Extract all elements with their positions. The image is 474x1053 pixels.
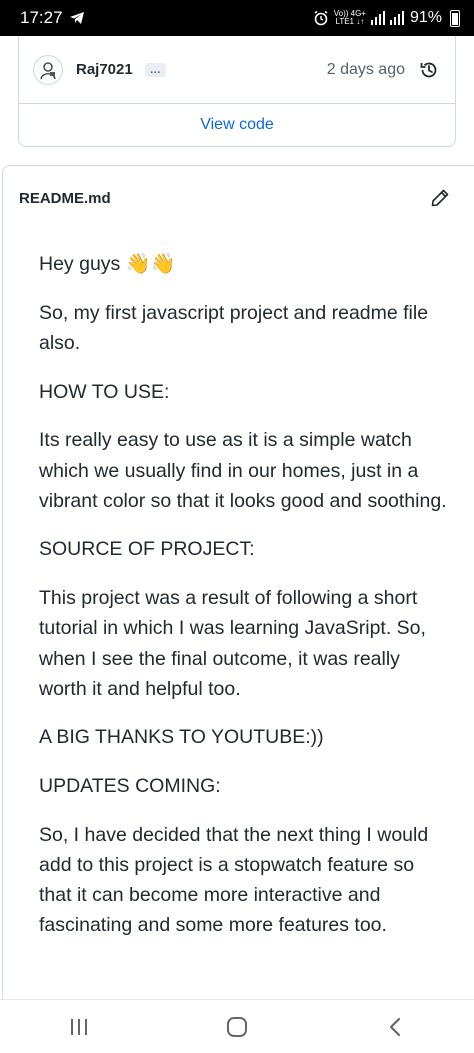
signal-icon <box>370 11 404 25</box>
pencil-icon[interactable] <box>430 188 450 208</box>
latest-commit-card: Raj7021 … 2 days ago View code <box>18 36 456 147</box>
waving-hand-emoji: 👋👋 <box>125 253 176 275</box>
recents-button[interactable] <box>49 1007 109 1047</box>
view-code-button[interactable]: View code <box>19 104 455 146</box>
readme-paragraph: This project was a result of following a… <box>39 587 426 700</box>
readme-paragraph: Hey guys 👋👋 <box>39 253 176 275</box>
readme-paragraph: So, my first javascript project and read… <box>39 301 429 354</box>
readme-content: Hey guys 👋👋 So, my first javascript proj… <box>3 230 474 941</box>
commit-message-toggle-button[interactable]: … <box>144 62 166 77</box>
battery-icon <box>450 9 460 27</box>
status-bar: 17:27 Vo)) 4G+ LTE1 ↓↑ 91% <box>0 0 474 36</box>
readme-header: README.md <box>3 166 474 230</box>
user-avatar-icon <box>40 61 56 79</box>
readme-filename: README.md <box>19 189 111 207</box>
commit-author[interactable]: Raj7021 <box>76 61 133 78</box>
readme-paragraph: SOURCE OF PROJECT: <box>39 538 255 561</box>
battery-percent: 91% <box>409 9 442 26</box>
system-navigation-bar <box>0 999 474 1053</box>
readme-paragraph: Its really easy to use as it is a simple… <box>39 429 447 512</box>
readme-paragraph: So, I have decided that the next thing I… <box>39 823 429 937</box>
readme-paragraph: HOW TO USE: <box>39 380 170 403</box>
home-button[interactable] <box>207 1007 267 1047</box>
telegram-icon <box>69 12 84 24</box>
readme-panel: README.md Hey guys 👋👋 So, my first javas… <box>2 165 474 999</box>
history-icon[interactable] <box>419 60 439 80</box>
recents-icon <box>71 1018 87 1035</box>
commit-time[interactable]: 2 days ago <box>327 61 405 79</box>
commit-row: Raj7021 … 2 days ago <box>19 36 455 104</box>
back-button[interactable] <box>365 1007 425 1047</box>
home-icon <box>227 1016 247 1037</box>
back-icon <box>389 1017 401 1036</box>
clock: 17:27 <box>20 8 63 27</box>
readme-paragraph: A BIG THANKS TO YOUTUBE:)) <box>39 726 324 749</box>
alarm-icon <box>314 10 328 26</box>
readme-paragraph: UPDATES COMING: <box>39 775 221 798</box>
avatar[interactable] <box>33 54 63 85</box>
network-indicator: Vo)) 4G+ LTE1 ↓↑ <box>333 9 366 26</box>
